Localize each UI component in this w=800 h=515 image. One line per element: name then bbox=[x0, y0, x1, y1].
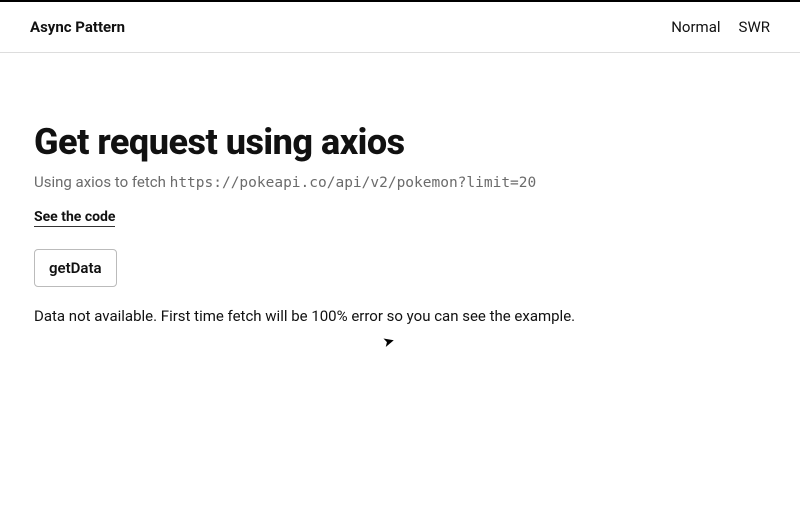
button-row: getData bbox=[34, 249, 766, 287]
nav-link-swr[interactable]: SWR bbox=[739, 18, 770, 36]
nav-link-normal[interactable]: Normal bbox=[671, 18, 720, 36]
subtitle-url: https://pokeapi.co/api/v2/pokemon?limit=… bbox=[170, 175, 537, 191]
main-content: Get request using axios Using axios to f… bbox=[0, 53, 800, 325]
getdata-button[interactable]: getData bbox=[34, 249, 117, 287]
nav: Normal SWR bbox=[671, 18, 770, 36]
page-title: Get request using axios bbox=[34, 123, 766, 163]
brand-title: Async Pattern bbox=[30, 18, 125, 36]
subtitle-prefix: Using axios to fetch bbox=[34, 173, 170, 191]
see-the-code-link[interactable]: See the code bbox=[34, 209, 115, 227]
subtitle: Using axios to fetch https://pokeapi.co/… bbox=[34, 173, 766, 191]
status-message: Data not available. First time fetch wil… bbox=[34, 307, 766, 325]
header: Async Pattern Normal SWR bbox=[0, 2, 800, 53]
cursor-icon: ➤ bbox=[381, 333, 396, 351]
